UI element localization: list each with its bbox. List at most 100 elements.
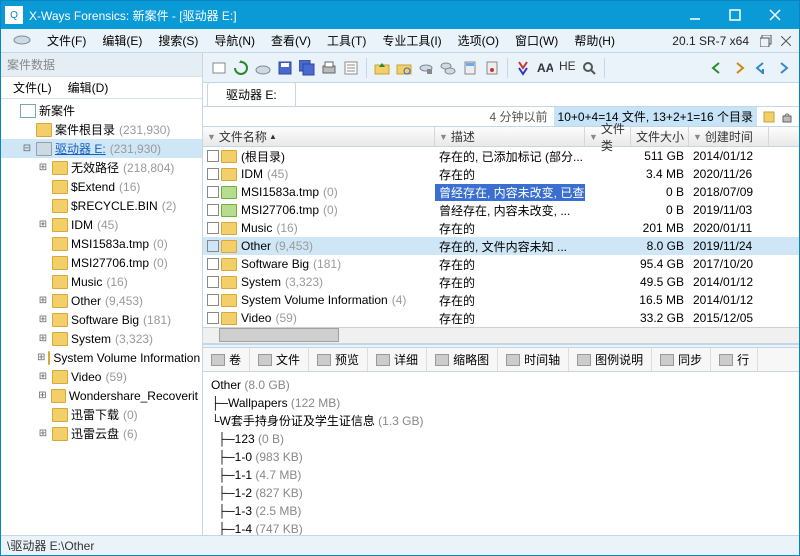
close-button[interactable] <box>755 1 795 29</box>
detail-tab-7[interactable]: 同步 <box>652 348 711 372</box>
row-checkbox[interactable] <box>207 150 219 162</box>
row-checkbox[interactable] <box>207 312 219 324</box>
table-row[interactable]: System(3,323)存在的49.5 GB2014/01/12 <box>203 273 799 291</box>
row-checkbox[interactable] <box>207 168 219 180</box>
tree-item[interactable]: ⊞Other(9,453) <box>1 291 202 310</box>
search-icon[interactable] <box>579 58 599 78</box>
close-child-window-button[interactable] <box>777 32 795 50</box>
menu-6[interactable]: 专业工具(I) <box>374 32 449 50</box>
tree-item[interactable]: ⊞迅雷云盘(6) <box>1 424 202 443</box>
find-hex-icon[interactable]: HEX <box>557 58 577 78</box>
menu-8[interactable]: 窗口(W) <box>507 32 566 50</box>
back-icon[interactable] <box>707 58 727 78</box>
case-tree[interactable]: ·新案件·案件根目录(231,930)⊟驱动器 E:(231,930)⊞无效路径… <box>1 99 202 535</box>
back-down-icon[interactable] <box>751 58 771 78</box>
tree-item[interactable]: ·新案件 <box>1 101 202 120</box>
preview-line: Other (8.0 GB) <box>211 376 791 394</box>
open-drive-icon[interactable] <box>253 58 273 78</box>
column-description[interactable]: ▼描述 <box>435 127 585 146</box>
detail-tab-0[interactable]: 卷 <box>203 348 250 372</box>
row-checkbox[interactable] <box>207 204 219 216</box>
tree-item[interactable]: ⊞无效路径(218,804) <box>1 158 202 177</box>
clone-icon[interactable] <box>438 58 458 78</box>
detail-tab-4[interactable]: 缩略图 <box>427 348 498 372</box>
table-row[interactable]: IDM(45)存在的3.4 MB2020/11/26 <box>203 165 799 183</box>
folder-up-icon[interactable] <box>372 58 392 78</box>
table-row[interactable]: Music(16)存在的201 MB2020/01/11 <box>203 219 799 237</box>
find-text-icon[interactable]: AA <box>535 58 555 78</box>
row-checkbox[interactable] <box>207 258 219 270</box>
tree-item[interactable]: ⊞System Volume Information <box>1 348 202 367</box>
row-checkbox[interactable] <box>207 294 219 306</box>
tree-item[interactable]: ⊞IDM(45) <box>1 215 202 234</box>
case-menu-1[interactable]: 编辑(D) <box>60 79 117 97</box>
tree-item[interactable]: ·Music(16) <box>1 272 202 291</box>
disk-tool-icon[interactable] <box>416 58 436 78</box>
detail-tab-2[interactable]: 预览 <box>309 348 368 372</box>
menu-1[interactable]: 编辑(E) <box>94 32 150 50</box>
table-row[interactable]: (根目录)存在的, 已添加标记 (部分...511 GB2014/01/12 <box>203 147 799 165</box>
menu-5[interactable]: 工具(T) <box>319 32 374 50</box>
refresh-icon[interactable] <box>231 58 251 78</box>
menu-2[interactable]: 搜索(S) <box>150 32 206 50</box>
forward-icon[interactable] <box>729 58 749 78</box>
detail-tab-6[interactable]: 图例说明 <box>569 348 652 372</box>
tree-item[interactable]: ⊞Wondershare_Recoverit <box>1 386 202 405</box>
lock-icon[interactable] <box>779 109 795 125</box>
tree-item[interactable]: ·案件根目录(231,930) <box>1 120 202 139</box>
menu-9[interactable]: 帮助(H) <box>566 32 623 50</box>
tree-item[interactable]: ·$RECYCLE.BIN(2) <box>1 196 202 215</box>
filter-icon[interactable] <box>761 109 777 125</box>
main-icon[interactable] <box>5 30 39 51</box>
detail-tab-5[interactable]: 时间轴 <box>498 348 569 372</box>
menu-4[interactable]: 查看(V) <box>263 32 319 50</box>
calculator-icon[interactable] <box>460 58 480 78</box>
save-icon[interactable] <box>275 58 295 78</box>
row-checkbox[interactable] <box>207 186 219 198</box>
save-all-icon[interactable] <box>297 58 317 78</box>
column-created[interactable]: ▼创建时间 <box>689 127 769 146</box>
table-row[interactable]: Video(59)存在的33.2 GB2015/12/05 <box>203 309 799 327</box>
tab-drive-e[interactable]: 驱动器 E: <box>207 82 296 106</box>
explorer-icon[interactable] <box>394 58 414 78</box>
find-icon[interactable] <box>513 58 533 78</box>
table-row[interactable]: System Volume Information(4)存在的16.5 MB20… <box>203 291 799 309</box>
row-checkbox[interactable] <box>207 222 219 234</box>
forward-down-icon[interactable] <box>773 58 793 78</box>
tree-item[interactable]: ⊞Video(59) <box>1 367 202 386</box>
tree-item-label: $Extend <box>71 180 115 194</box>
tree-item[interactable]: ·MSI27706.tmp(0) <box>1 253 202 272</box>
minimize-button[interactable] <box>675 1 715 29</box>
menu-7[interactable]: 选项(O) <box>450 32 507 50</box>
detail-tab-3[interactable]: 详细 <box>368 348 427 372</box>
row-checkbox[interactable] <box>207 276 219 288</box>
new-case-icon[interactable] <box>209 58 229 78</box>
case-menu-0[interactable]: 文件(L) <box>5 79 60 97</box>
row-checkbox[interactable] <box>207 240 219 252</box>
tree-item[interactable]: ·$Extend(16) <box>1 177 202 196</box>
column-size[interactable]: 文件大小 <box>631 127 689 146</box>
print-icon[interactable] <box>319 58 339 78</box>
hash-icon[interactable] <box>482 58 502 78</box>
table-row[interactable]: MSI27706.tmp(0)曾经存在, 内容未改变, ...0 B2019/1… <box>203 201 799 219</box>
table-row[interactable]: Other(9,453)存在的, 文件内容未知 ...8.0 GB2019/11… <box>203 237 799 255</box>
detail-tab-8[interactable]: 行 <box>711 348 758 372</box>
column-filename[interactable]: ▼文件名称▲ <box>203 127 435 146</box>
table-row[interactable]: MSI1583a.tmp(0)曾经存在, 内容未改变, 已查看0 B2018/0… <box>203 183 799 201</box>
tree-item[interactable]: ⊟驱动器 E:(231,930) <box>1 139 202 158</box>
horizontal-scrollbar[interactable] <box>203 327 799 343</box>
menu-0[interactable]: 文件(F) <box>39 32 94 50</box>
properties-icon[interactable] <box>341 58 361 78</box>
column-filetype[interactable]: ▼文件类 <box>585 127 631 146</box>
maximize-button[interactable] <box>715 1 755 29</box>
menu-3[interactable]: 导航(N) <box>206 32 263 50</box>
tree-item[interactable]: ·MSI1583a.tmp(0) <box>1 234 202 253</box>
tree-item[interactable]: ⊞Software Big(181) <box>1 310 202 329</box>
table-row[interactable]: Software Big(181)存在的95.4 GB2017/10/20 <box>203 255 799 273</box>
tree-item[interactable]: ⊞System(3,323) <box>1 329 202 348</box>
restore-child-window-button[interactable] <box>757 32 775 50</box>
preview-pane[interactable]: Other (8.0 GB)├─Wallpapers (122 MB)└W套手持… <box>203 372 799 535</box>
table-header[interactable]: ▼文件名称▲ ▼描述 ▼文件类 文件大小 ▼创建时间 <box>203 127 799 147</box>
tree-item[interactable]: ·迅雷下载(0) <box>1 405 202 424</box>
detail-tab-1[interactable]: 文件 <box>250 348 309 372</box>
